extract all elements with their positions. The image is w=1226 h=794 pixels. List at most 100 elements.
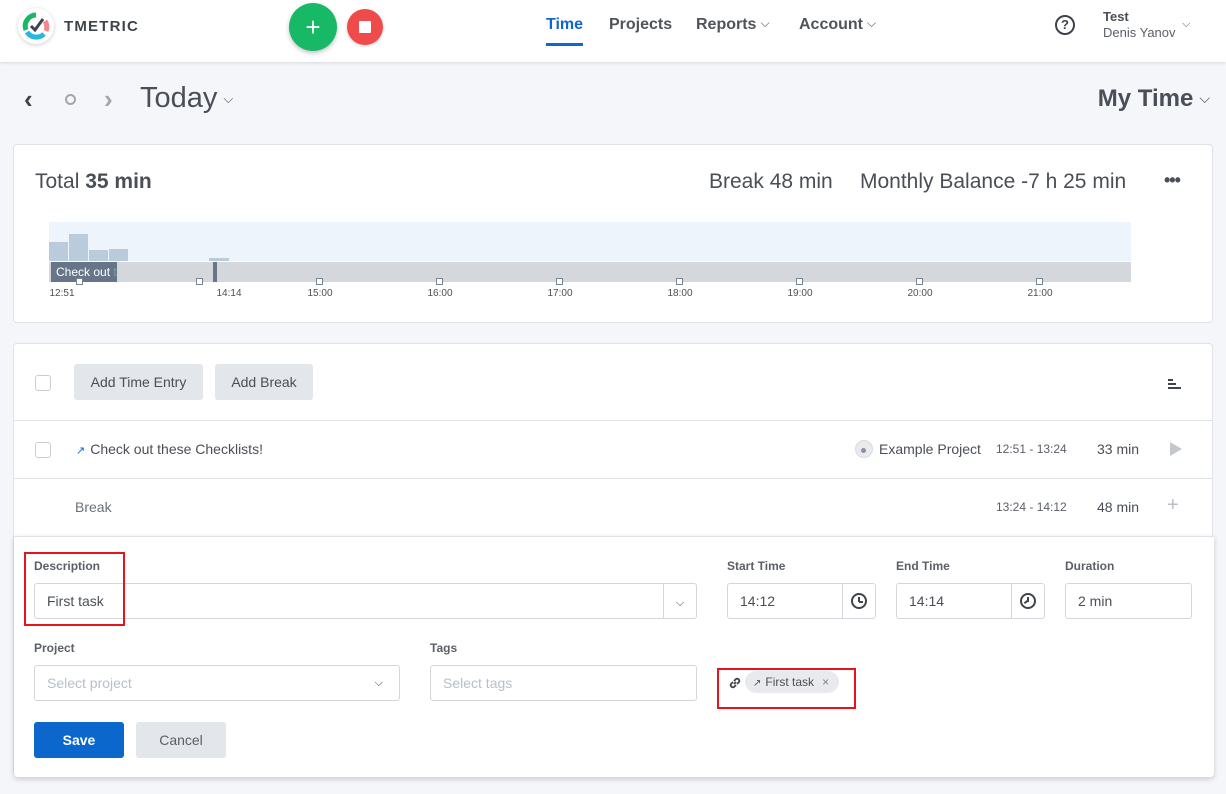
project-avatar-icon bbox=[855, 440, 873, 458]
chevron-down-icon: ⌵ bbox=[223, 91, 234, 106]
cancel-button[interactable]: Cancel bbox=[136, 722, 226, 758]
next-day-button[interactable]: › bbox=[104, 84, 113, 115]
timeline-tick-marker bbox=[196, 278, 203, 285]
start-time-label: Start Time bbox=[727, 559, 786, 573]
top-header: TMETRIC + Time Projects Reports ⌵ Account… bbox=[0, 0, 1226, 62]
timeline-tick-label: 21:00 bbox=[1027, 288, 1053, 299]
entry-time-range[interactable]: 12:51 - 13:24 bbox=[996, 442, 1067, 456]
add-break-button[interactable]: Add Break bbox=[215, 364, 313, 400]
external-link-icon[interactable]: ↗ bbox=[753, 678, 761, 689]
timeline-tick-label: 20:00 bbox=[907, 288, 933, 299]
linked-task-chip[interactable]: ↗ First task × bbox=[745, 671, 840, 693]
start-time-picker-button[interactable] bbox=[842, 584, 875, 618]
entry-checkbox[interactable] bbox=[35, 442, 51, 458]
more-options-icon[interactable]: ••• bbox=[1164, 170, 1181, 191]
remove-link-icon[interactable]: × bbox=[822, 675, 829, 689]
save-button[interactable]: Save bbox=[34, 722, 124, 758]
nav-time[interactable]: Time bbox=[546, 16, 584, 46]
description-dropdown-button[interactable]: ⌵ bbox=[663, 584, 696, 618]
view-label: My Time bbox=[1097, 85, 1194, 112]
timeline-tick-marker bbox=[1036, 278, 1043, 285]
timeline-entry-label: Check out bbox=[56, 265, 111, 279]
timeline-tick-marker bbox=[436, 278, 443, 285]
timeline-tick-label: 12:51 bbox=[49, 288, 75, 299]
timeline-tick-label: 17:00 bbox=[547, 288, 573, 299]
activity-bar bbox=[109, 249, 128, 261]
period-selector[interactable]: Today ⌵ bbox=[140, 82, 233, 115]
external-link-icon[interactable]: ↗ bbox=[76, 445, 85, 457]
brand-name: TMETRIC bbox=[64, 18, 140, 35]
stop-timer-button[interactable] bbox=[347, 9, 383, 45]
description-input[interactable]: First task ⌵ bbox=[34, 583, 697, 619]
break-value: 48 min bbox=[769, 170, 833, 193]
nav-projects-label: Projects bbox=[609, 16, 673, 33]
plus-icon: + bbox=[305, 12, 321, 42]
entry-duration[interactable]: 33 min bbox=[1097, 441, 1139, 457]
add-entry-in-break-icon[interactable]: + bbox=[1167, 494, 1179, 517]
monthly-balance: Monthly Balance -7 h 25 min bbox=[860, 170, 1126, 194]
timeline-tick-marker bbox=[316, 278, 323, 285]
edit-entry-form: Description First task ⌵ Start Time 14:1… bbox=[14, 536, 1214, 777]
entry-project[interactable]: Example Project bbox=[879, 441, 981, 457]
tags-select[interactable]: Select tags bbox=[430, 665, 697, 701]
break-summary: Break 48 min bbox=[709, 170, 833, 194]
start-time-input[interactable]: 14:12 bbox=[727, 583, 876, 619]
tmetric-logo[interactable] bbox=[18, 8, 54, 44]
balance-label: Monthly Balance bbox=[860, 170, 1016, 193]
timeline-tick-marker bbox=[76, 278, 83, 285]
divider bbox=[14, 420, 1212, 421]
description-label: Description bbox=[34, 559, 101, 573]
chevron-down-icon: ⌵ bbox=[374, 677, 383, 689]
description-value: First task bbox=[47, 593, 104, 609]
break-duration: 48 min bbox=[1097, 499, 1140, 515]
chevron-down-icon: ⌵ bbox=[760, 16, 770, 30]
link-icon[interactable] bbox=[728, 676, 742, 695]
timeline-tick-marker bbox=[916, 278, 923, 285]
total-value: 35 min bbox=[85, 170, 152, 193]
timeline-tick-marker bbox=[556, 278, 563, 285]
chevron-down-icon: ⌵ bbox=[867, 16, 877, 30]
end-time-picker-button[interactable] bbox=[1011, 584, 1044, 618]
user-menu[interactable]: Test Denis Yanov bbox=[1103, 9, 1176, 40]
prev-day-button[interactable]: ‹ bbox=[24, 84, 33, 115]
balance-value: -7 h 25 min bbox=[1021, 170, 1127, 193]
workspace-name: Test bbox=[1103, 9, 1129, 24]
timeline-tick-label: 14:14 bbox=[216, 288, 242, 299]
chevron-down-icon: ⌵ bbox=[1199, 90, 1210, 106]
break-label: Break bbox=[75, 499, 112, 515]
activity-bar bbox=[89, 250, 108, 261]
timeline-entry-marker[interactable] bbox=[213, 262, 217, 282]
play-icon[interactable] bbox=[1170, 442, 1182, 456]
stop-icon bbox=[359, 21, 371, 33]
today-circle-button[interactable] bbox=[65, 94, 76, 105]
timeline-tick-marker bbox=[796, 278, 803, 285]
timeline-entry-label-fade: t bbox=[110, 265, 117, 279]
active-tab-indicator bbox=[546, 43, 584, 46]
chevron-down-icon: ⌵ bbox=[675, 597, 685, 609]
timeline-entry[interactable]: Check out t bbox=[51, 262, 117, 282]
nav-account-label: Account bbox=[799, 16, 863, 33]
timeline-tick-label: 16:00 bbox=[427, 288, 453, 299]
tags-label: Tags bbox=[430, 641, 458, 655]
add-time-entry-button[interactable]: Add Time Entry bbox=[74, 364, 203, 400]
end-time-input[interactable]: 14:14 bbox=[896, 583, 1045, 619]
duration-input[interactable]: 2 min bbox=[1065, 583, 1192, 619]
timeline-track[interactable] bbox=[49, 262, 1131, 282]
select-all-checkbox[interactable] bbox=[35, 375, 51, 391]
chevron-down-icon[interactable]: ⌵ bbox=[1182, 18, 1190, 31]
break-time-range: 13:24 - 14:12 bbox=[996, 500, 1067, 514]
view-selector[interactable]: My Time ⌵ bbox=[1098, 85, 1210, 113]
duration-label: Duration bbox=[1065, 559, 1115, 573]
sort-icon[interactable] bbox=[1168, 377, 1182, 395]
time-entries-card: Add Time Entry Add Break ↗ Check out thes… bbox=[13, 343, 1214, 777]
day-timeline: Check out t 12:51 14:14 15:00 16:00 17:00 18:… bbox=[49, 222, 1131, 302]
break-label: Break bbox=[709, 170, 764, 193]
project-select[interactable]: Select project ⌵ bbox=[34, 665, 400, 701]
nav-account[interactable]: Account ⌵ bbox=[799, 16, 876, 34]
timeline-tick-label: 18:00 bbox=[667, 288, 693, 299]
nav-reports[interactable]: Reports ⌵ bbox=[696, 16, 770, 34]
start-timer-button[interactable]: + bbox=[289, 3, 337, 51]
nav-projects[interactable]: Projects bbox=[609, 16, 672, 34]
help-icon[interactable]: ? bbox=[1055, 15, 1075, 35]
entry-description[interactable]: ↗ Check out these Checklists! bbox=[76, 441, 263, 457]
